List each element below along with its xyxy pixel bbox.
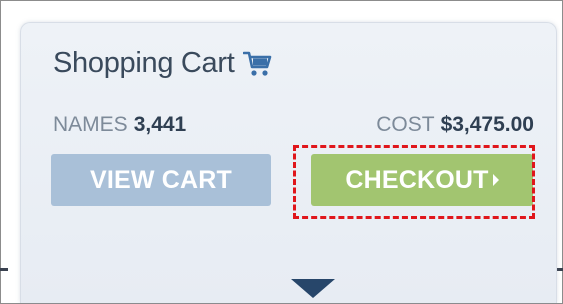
checkout-highlight xyxy=(293,145,535,219)
edge-dash xyxy=(0,268,8,271)
cost-label: COST xyxy=(376,113,435,136)
names-stat: NAMES 3,441 xyxy=(53,113,186,137)
cart-stats: NAMES 3,441 COST $3,475.00 xyxy=(53,113,534,137)
view-cart-label: VIEW CART xyxy=(89,165,233,194)
names-value: 3,441 xyxy=(133,113,187,136)
names-label: NAMES xyxy=(53,113,128,136)
cart-header: Shopping Cart xyxy=(53,47,273,80)
cost-stat: COST $3,475.00 xyxy=(376,113,534,137)
cart-title: Shopping Cart xyxy=(53,47,235,79)
cost-value: $3,475.00 xyxy=(440,113,534,136)
shopping-cart-icon[interactable] xyxy=(242,50,273,78)
view-cart-button[interactable]: VIEW CART xyxy=(51,154,271,206)
chevron-down-icon[interactable] xyxy=(291,279,335,298)
